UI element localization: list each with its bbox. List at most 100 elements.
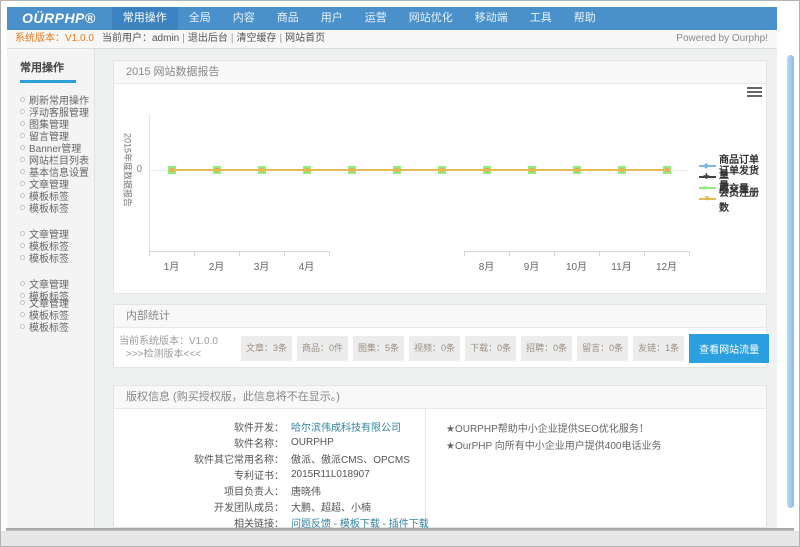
legend-marker-icon: ▼ bbox=[699, 194, 716, 203]
bullet-icon bbox=[20, 133, 25, 138]
bullet-icon bbox=[20, 300, 25, 305]
copyright-row-link[interactable]: 哈尔滨伟成科技有限公司 bbox=[291, 419, 401, 434]
chart-x-axis-tick bbox=[599, 251, 600, 256]
powered-by-label: Powered by Ourphp! bbox=[676, 30, 768, 48]
chart-x-tick-label: 4月 bbox=[287, 258, 327, 273]
nav-item-工具[interactable]: 工具 bbox=[519, 7, 563, 30]
bullet-icon bbox=[20, 145, 25, 150]
statusbar-link[interactable]: 清空缓存 bbox=[236, 33, 276, 44]
nav-item-帮助[interactable]: 帮助 bbox=[563, 7, 607, 30]
bullet-icon bbox=[20, 121, 25, 126]
copyright-panel: 版权信息 (购买授权版，此信息将不在显示。) 软件开发：哈尔滨伟成科技有限公司软… bbox=[113, 385, 767, 528]
copyright-row-value: 唐晓伟 bbox=[291, 483, 321, 498]
stat-box: 友链：1条 bbox=[633, 336, 684, 361]
stat-boxes: 文章：3条商品：0件图集：5条视频：0条下载：0条招聘：0条留言：0条友链：1条 bbox=[241, 336, 689, 361]
copyright-row-label: 专利证书： bbox=[114, 467, 284, 482]
nav-item-用户[interactable]: 用户 bbox=[310, 7, 354, 30]
legend-item-会员注册数[interactable]: ▼会员注册数 bbox=[699, 193, 766, 204]
check-version-link[interactable]: >>>检测版本<<< bbox=[119, 348, 241, 361]
stat-box: 留言：0条 bbox=[577, 336, 628, 361]
view-traffic-button[interactable]: 查看网站流量 bbox=[689, 334, 769, 363]
legend-marker-icon: ◆ bbox=[699, 161, 716, 170]
current-version-block: 当前系统版本：V1.0.0 >>>检测版本<<< bbox=[119, 335, 241, 361]
current-user-label: 当前用户：admin bbox=[102, 33, 179, 44]
stat-box: 下载：0条 bbox=[465, 336, 516, 361]
stats-panel: 内部统计 当前系统版本：V1.0.0 >>>检测版本<<< 文章：3条商品：0件… bbox=[113, 304, 767, 368]
chart-x-axis-line bbox=[464, 251, 689, 252]
nav-item-运营[interactable]: 运营 bbox=[354, 7, 398, 30]
app-logo: OÜRPHP® bbox=[7, 7, 112, 30]
chart-x-axis-tick bbox=[509, 251, 510, 256]
copyright-row-value: 大鹏、超超、小楠 bbox=[291, 499, 371, 514]
chart-x-tick-label: 10月 bbox=[557, 258, 597, 273]
copyright-panel-title: 版权信息 (购买授权版，此信息将不在显示。) bbox=[126, 391, 340, 403]
chart-x-tick-label: 12月 bbox=[647, 258, 687, 273]
bullet-icon bbox=[20, 109, 25, 114]
current-version-text: 当前系统版本：V1.0.0 bbox=[119, 335, 241, 348]
separator: | bbox=[231, 33, 234, 44]
chart-export-menu-icon[interactable] bbox=[747, 87, 762, 99]
bullet-icon bbox=[20, 157, 25, 162]
nav-item-移动端[interactable]: 移动端 bbox=[464, 7, 519, 30]
chart-x-tick-label: 3月 bbox=[242, 258, 282, 273]
sidebar-item[interactable]: 模板标签 bbox=[7, 320, 94, 332]
copyright-body: 软件开发： 哈尔滨伟成科技有限公司软件名称： OURPHP 软件其它常用名称： 傲派、傲… bbox=[114, 409, 766, 528]
chart-panel: 2015 网站数据报告 2015年度数据报告 0 ◆商品订单量✚订单发货量●成交… bbox=[113, 60, 767, 294]
copyright-row: 软件其它常用名称： 傲派、傲派CMS、OPCMS bbox=[114, 450, 425, 466]
stats-row: 当前系统版本：V1.0.0 >>>检测版本<<< 文章：3条商品：0件图集：5条… bbox=[114, 328, 766, 368]
bullet-icon bbox=[20, 169, 25, 174]
sidebar-item[interactable]: 模板标签 bbox=[7, 251, 94, 263]
copyright-row-value: OURPHP bbox=[291, 437, 334, 448]
top-nav: 常用操作全局内容商品用户运营网站优化移动端工具帮助 bbox=[112, 7, 607, 30]
chart-x-axis-tick bbox=[464, 251, 465, 256]
copyright-row-label: 开发团队成员： bbox=[114, 499, 284, 514]
chart-panel-title: 2015 网站数据报告 bbox=[126, 66, 220, 78]
bullet-icon bbox=[20, 293, 25, 298]
bullet-icon bbox=[20, 181, 25, 186]
copyright-row: 软件名称： OURPHP bbox=[114, 434, 425, 450]
statusbar-link[interactable]: 网站首页 bbox=[285, 33, 325, 44]
stats-panel-title: 内部统计 bbox=[126, 310, 170, 322]
chart-x-axis-tick bbox=[554, 251, 555, 256]
sidebar-item-label: 模板标签 bbox=[29, 250, 69, 265]
copyright-row-label: 软件名称： bbox=[114, 435, 284, 450]
sidebar-title-underline bbox=[20, 80, 76, 83]
copyright-row: 专利证书：2015R11L018907 bbox=[114, 466, 425, 482]
nav-item-常用操作[interactable]: 常用操作 bbox=[112, 7, 178, 30]
system-version-label: 系统版本：V1.0.0 bbox=[15, 30, 94, 48]
chart-x-axis-tick bbox=[149, 251, 150, 256]
separator: | bbox=[182, 33, 185, 44]
chart-x-tick-label: 11月 bbox=[602, 258, 642, 273]
copyright-row-label: 软件其它常用名称： bbox=[114, 451, 284, 466]
nav-item-全局[interactable]: 全局 bbox=[178, 7, 222, 30]
statusbar-link[interactable]: 退出后台 bbox=[188, 33, 228, 44]
nav-item-网站优化[interactable]: 网站优化 bbox=[398, 7, 464, 30]
copyright-row-label: 软件开发： bbox=[114, 419, 284, 434]
chart-x-tick-label: 2月 bbox=[197, 258, 237, 273]
chart-x-axis-tick bbox=[194, 251, 195, 256]
copyright-row-value: 傲派、傲派CMS、OPCMS bbox=[291, 451, 410, 466]
sidebar-item[interactable]: 模板标签 bbox=[7, 201, 94, 213]
chart-series-line bbox=[172, 169, 667, 171]
copyright-info-list: 软件开发： 哈尔滨伟成科技有限公司软件名称： OURPHP 软件其它常用名称： 傲派、傲… bbox=[114, 409, 426, 528]
bullet-icon bbox=[20, 281, 25, 286]
sidebar-menu-group: 文章管理模板标签文章管理模板标签模板标签 bbox=[7, 277, 94, 332]
bullet-icon bbox=[20, 205, 25, 210]
bullet-icon bbox=[20, 312, 25, 317]
user-links: 当前用户：admin|退出后台|清空缓存|网站首页 bbox=[102, 30, 325, 48]
bullet-icon bbox=[20, 231, 25, 236]
chart-panel-header: 2015 网站数据报告 bbox=[114, 61, 766, 84]
copyright-notices: ★OURPHP帮助中小企业提供SEO优化服务！★OurPHP 向所有中小企业用户… bbox=[426, 409, 766, 528]
copyright-row: 项目负责人：唐晓伟 bbox=[114, 482, 425, 498]
nav-item-内容[interactable]: 内容 bbox=[222, 7, 266, 30]
chart-x-axis-tick bbox=[644, 251, 645, 256]
bullet-icon bbox=[20, 193, 25, 198]
sidebar-title: 常用操作 bbox=[7, 49, 94, 75]
legend-label: 会员注册数 bbox=[719, 184, 766, 214]
page-footer-area bbox=[1, 531, 799, 546]
nav-item-商品[interactable]: 商品 bbox=[266, 7, 310, 30]
vertical-scrollbar-thumb[interactable] bbox=[787, 55, 794, 508]
separator: | bbox=[279, 33, 282, 44]
sidebar-menu-group: 刷新常用操作浮动客服管理图集管理留言管理Banner管理网站栏目列表基本信息设置… bbox=[7, 93, 94, 213]
stat-box: 商品：0件 bbox=[297, 336, 348, 361]
